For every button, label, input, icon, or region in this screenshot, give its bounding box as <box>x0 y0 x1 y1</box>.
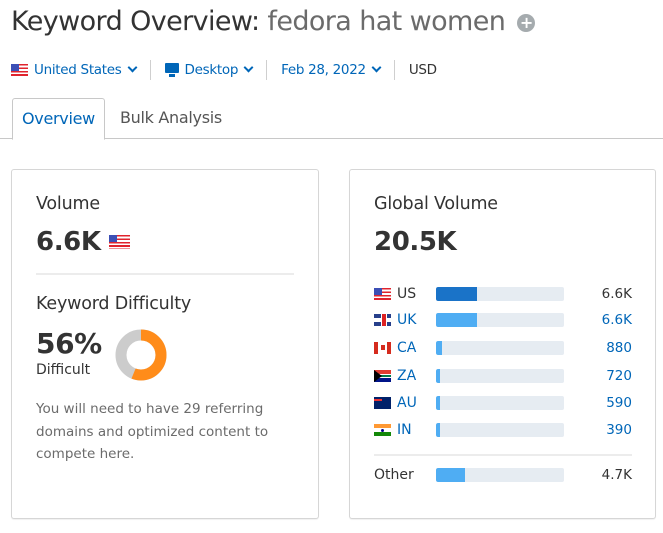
date-dropdown[interactable]: Feb 28, 2022 <box>281 62 382 78</box>
volume-bar-fill <box>436 287 477 301</box>
page-title: Keyword Overview: fedora hat women + <box>11 6 536 37</box>
global-volume-card: Global Volume 20.5K US 6.6K UK 6.6K CA 880 ZA 7… <box>349 169 656 519</box>
volume-bar <box>436 423 564 437</box>
volume-value-group: 6.6K <box>36 227 136 257</box>
tab-bar: Overview Bulk Analysis <box>0 98 663 140</box>
volume-label: Volume <box>36 194 100 214</box>
divider <box>149 60 151 80</box>
divider <box>266 60 268 80</box>
country-row-uk[interactable]: UK 6.6K <box>374 310 632 330</box>
other-value: 4.7K <box>601 467 632 483</box>
volume-bar <box>436 287 564 301</box>
device-dropdown[interactable]: Desktop <box>164 62 254 78</box>
country-row-ca[interactable]: CA 880 <box>374 338 632 358</box>
ca-flag-icon <box>374 342 391 354</box>
volume-bar-fill <box>436 396 440 410</box>
au-flag-icon <box>374 397 391 409</box>
global-volume-label: Global Volume <box>374 194 498 214</box>
country-row-au[interactable]: AU 590 <box>374 393 632 413</box>
country-row-us: US 6.6K <box>374 284 632 304</box>
country-code[interactable]: AU <box>397 395 437 411</box>
other-bar-fill <box>436 468 466 482</box>
country-row-in[interactable]: IN 390 <box>374 420 632 440</box>
tab-overview[interactable]: Overview <box>12 98 105 140</box>
country-code: US <box>397 286 417 302</box>
country-volume[interactable]: 590 <box>606 395 632 411</box>
country-volume: 6.6K <box>601 286 632 302</box>
us-flag-icon <box>374 288 391 300</box>
keyword-text: fedora hat women <box>267 6 506 37</box>
chevron-down-icon <box>243 62 254 73</box>
country-volume[interactable]: 720 <box>606 368 632 384</box>
volume-bar <box>436 341 564 355</box>
volume-bar <box>436 396 564 410</box>
uk-flag-icon <box>374 314 391 326</box>
global-volume-value: 20.5K <box>374 227 457 257</box>
plus-circle-icon[interactable]: + <box>517 14 536 32</box>
za-flag-icon <box>374 370 391 382</box>
divider <box>36 273 294 275</box>
volume-bar-fill <box>436 423 440 437</box>
country-volume[interactable]: 6.6K <box>602 312 632 328</box>
volume-bar-fill <box>436 369 441 383</box>
us-flag-icon <box>11 64 28 76</box>
volume-value: 6.6K <box>36 227 101 257</box>
country-code[interactable]: ZA <box>397 368 437 384</box>
country-volume[interactable]: 880 <box>606 340 632 356</box>
volume-bar <box>436 369 564 383</box>
country-code[interactable]: CA <box>397 340 437 356</box>
in-flag-icon <box>374 424 391 436</box>
date-label: Feb 28, 2022 <box>281 62 366 78</box>
chevron-down-icon <box>371 62 382 73</box>
other-label: Other <box>374 467 414 483</box>
tab-bulk-analysis[interactable]: Bulk Analysis <box>111 98 231 139</box>
country-row-za[interactable]: ZA 720 <box>374 366 632 386</box>
filter-bar: United States Desktop Feb 28, 2022 USD <box>11 60 437 80</box>
other-row: Other 4.7K <box>374 465 632 485</box>
other-bar <box>436 468 564 482</box>
country-dropdown[interactable]: United States <box>11 62 137 78</box>
divider <box>374 454 632 456</box>
us-flag-icon <box>108 235 130 249</box>
device-label: Desktop <box>184 62 239 78</box>
country-volume[interactable]: 390 <box>606 422 632 438</box>
difficulty-description: You will need to have 29 referring domai… <box>36 401 269 462</box>
volume-bar <box>436 313 564 327</box>
page-title-label: Keyword Overview: <box>11 6 260 37</box>
chevron-down-icon <box>127 62 137 73</box>
divider <box>393 60 395 80</box>
country-code[interactable]: IN <box>397 422 437 438</box>
keyword-difficulty-label: Keyword Difficulty <box>36 294 192 314</box>
difficulty-donut <box>115 329 167 381</box>
currency-label: USD <box>408 62 437 78</box>
volume-bar-fill <box>436 341 442 355</box>
country-label: United States <box>34 62 122 78</box>
difficulty-level: Difficult <box>36 362 91 378</box>
difficulty-value: 56% <box>36 327 102 360</box>
volume-bar-fill <box>436 313 477 327</box>
volume-difficulty-card: Volume 6.6K Keyword Difficulty 56% Diffi… <box>11 169 319 519</box>
country-code[interactable]: UK <box>397 312 437 328</box>
desktop-icon <box>164 63 179 77</box>
